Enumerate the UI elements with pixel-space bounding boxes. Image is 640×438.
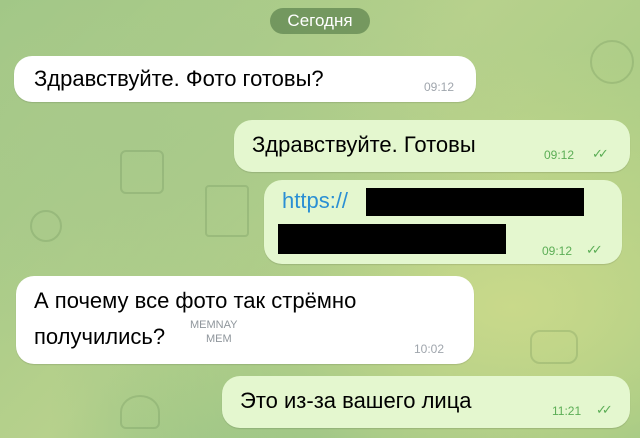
message-text: Здравствуйте. Фото готовы?: [34, 66, 324, 91]
outgoing-message-bubble[interactable]: Это из-за вашего лица 11:21 ✓✓: [222, 376, 630, 428]
watermark-line-2: MEM: [206, 333, 232, 345]
wallpaper-doodle: [120, 150, 164, 194]
outgoing-link-message-bubble[interactable]: https:// 09:12 ✓✓: [264, 180, 622, 264]
message-time: 09:12: [424, 80, 455, 94]
message-time: 10:02: [414, 342, 445, 356]
redacted-link-block: [278, 224, 506, 254]
read-checkmarks-icon: ✓✓: [596, 402, 613, 417]
incoming-message-bubble[interactable]: А почему все фото так стрёмно получились…: [16, 276, 474, 364]
incoming-message-bubble[interactable]: Здравствуйте. Фото готовы? 09:12: [14, 56, 476, 102]
message-text-line-1: А почему все фото так стрёмно: [34, 288, 357, 313]
message-time: 09:12: [544, 148, 575, 162]
wallpaper-doodle: [30, 210, 62, 242]
message-text-line-2: получились?: [34, 324, 166, 349]
wallpaper-doodle: [530, 330, 578, 364]
watermark-line-1: MEMNAY: [190, 319, 238, 331]
read-checkmarks-icon: ✓✓: [592, 146, 609, 161]
redacted-link-block: [366, 188, 584, 216]
message-time: 11:21: [552, 404, 582, 418]
message-text: Это из-за вашего лица: [240, 388, 472, 413]
read-checkmarks-icon: ✓✓: [586, 242, 603, 257]
wallpaper-doodle: [590, 40, 634, 84]
message-text: Здравствуйте. Готовы: [252, 132, 476, 157]
outgoing-message-bubble[interactable]: Здравствуйте. Готовы 09:12 ✓✓: [234, 120, 630, 172]
link-text[interactable]: https://: [282, 188, 348, 214]
wallpaper-doodle: [120, 395, 160, 429]
date-divider: Сегодня: [270, 8, 370, 34]
wallpaper-doodle: [205, 185, 249, 237]
message-time: 09:12: [542, 244, 573, 258]
